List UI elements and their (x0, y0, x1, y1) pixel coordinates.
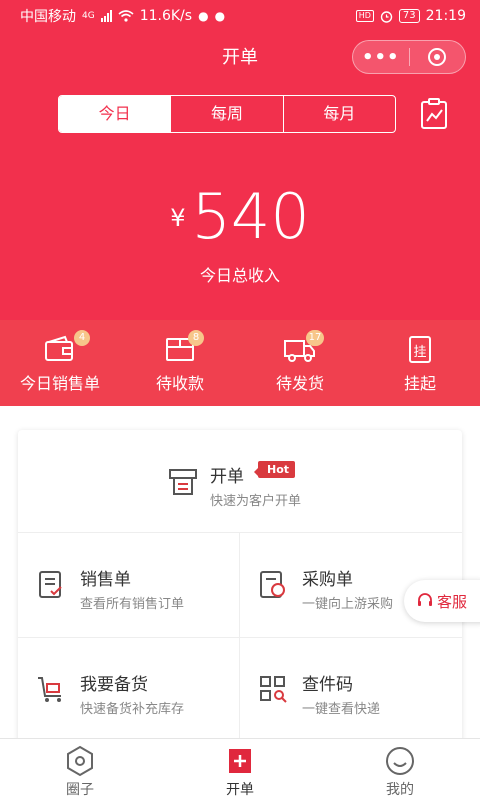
hexagon-icon (67, 745, 93, 777)
action-label: 待发货 (275, 374, 324, 393)
tab-today[interactable]: 今日 (59, 96, 171, 132)
tab-monthly[interactable]: 每月 (282, 96, 395, 132)
add-doc-icon (229, 749, 251, 773)
cell-title: 采购单 (302, 570, 353, 590)
cell-title: 销售单 (80, 570, 131, 590)
amount-value: 540 (191, 180, 310, 253)
cell-title: 查件码 (302, 675, 353, 695)
featured-desc: 快速为客户开单 (210, 494, 302, 509)
qr-search-icon (260, 676, 287, 703)
printer-icon (169, 469, 197, 495)
badge-pending-payment: 8 (188, 330, 204, 346)
quick-actions: 4 今日销售单 8 待收款 17 待发货 挂 挂起 (0, 330, 480, 400)
close-button[interactable] (409, 48, 465, 66)
tab-label: 圈子 (66, 782, 94, 798)
more-button[interactable]: ••• (353, 47, 409, 68)
wallet-icon (45, 335, 73, 361)
function-card: 开单 Hot 快速为客户开单 销售单 查看所有销售订单 采购单 一键向上游采购 … (18, 430, 462, 770)
cell-desc: 一键向上游采购 (302, 597, 394, 612)
status-bar: 中国移动 4G 11.6K/s ● ● HD 73 21:19 (0, 0, 480, 32)
total-income-amount: ¥540 (0, 180, 480, 253)
alarm-icon (380, 10, 393, 23)
amount-label: 今日总收入 (199, 266, 280, 285)
featured-title: 开单 (210, 467, 244, 487)
hd-badge: HD (355, 10, 374, 22)
hold-glyph: 挂 (413, 345, 426, 360)
cart-icon (38, 677, 61, 702)
action-label: 待收款 (155, 374, 204, 393)
smile-icon (386, 747, 414, 775)
wifi-icon (118, 10, 134, 22)
miniprogram-capsule: ••• (352, 40, 466, 74)
cell-desc: 快速备货补充库存 (80, 702, 185, 717)
bottom-tab-bar: 圈子 开单 我的 (0, 738, 480, 800)
hot-tag: Hot (253, 461, 296, 478)
cell-desc: 查看所有销售订单 (80, 597, 185, 612)
action-today-sales[interactable]: 4 今日销售单 (0, 330, 120, 400)
target-icon (428, 48, 447, 66)
badge-pending-shipment: 17 (306, 330, 324, 346)
tab-label: 开单 (226, 782, 254, 798)
signal-icon (100, 10, 112, 22)
headset-icon (418, 593, 432, 606)
customer-service-label: 客服 (437, 592, 468, 611)
document-check-icon (39, 571, 62, 598)
tab-mine[interactable]: 我的 (320, 739, 480, 800)
chart-report-icon[interactable] (420, 98, 448, 130)
title-bar: 开单 ••• (0, 40, 480, 76)
time-label: 21:19 (425, 8, 466, 24)
grid-tracking-code[interactable]: 查件码 一键查看快递 (240, 638, 462, 743)
badge-today-sales: 4 (74, 330, 90, 346)
action-label: 今日销售单 (19, 374, 100, 393)
grid-stock-up[interactable]: 我要备货 快速备货补充库存 (18, 638, 240, 743)
cell-desc: 一键查看快递 (302, 702, 381, 717)
message-icon: ● (214, 9, 226, 23)
tab-create-order[interactable]: 开单 (160, 739, 320, 800)
featured-create-order[interactable]: 开单 Hot 快速为客户开单 (18, 430, 462, 533)
action-pending-payment[interactable]: 8 待收款 (120, 330, 240, 400)
currency-symbol: ¥ (170, 204, 186, 232)
tab-label: 我的 (386, 782, 414, 798)
speed-label: 11.6K/s (139, 8, 193, 24)
tab-weekly[interactable]: 每周 (170, 96, 282, 132)
battery-icon: 73 (398, 9, 420, 23)
purchase-icon (260, 571, 285, 598)
tab-circle[interactable]: 圈子 (0, 739, 160, 800)
wechat-icon: ● (198, 9, 209, 23)
grid-sales-orders[interactable]: 销售单 查看所有销售订单 (18, 533, 240, 638)
action-on-hold[interactable]: 挂 挂起 (360, 330, 480, 400)
action-label: 挂起 (403, 374, 436, 393)
action-pending-shipment[interactable]: 17 待发货 (240, 330, 360, 400)
period-tabs: 今日 每周 每月 (58, 95, 396, 133)
clipboard-icon: 挂 (409, 336, 431, 363)
network-label: 4G (82, 11, 95, 21)
carrier-label: 中国移动 (20, 9, 76, 25)
cell-title: 我要备货 (80, 675, 148, 695)
customer-service-button[interactable]: 客服 (404, 580, 480, 622)
